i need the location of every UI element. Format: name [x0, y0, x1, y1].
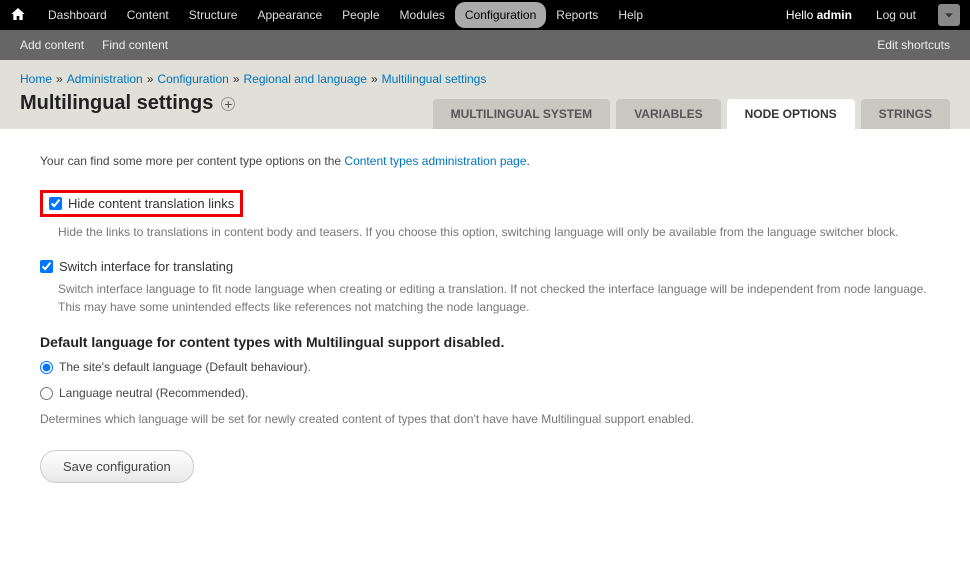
toolbar-right: Hello admin Log out	[774, 4, 960, 26]
breadcrumb: Home»Administration»Configuration»Region…	[20, 72, 950, 86]
header-region: Home»Administration»Configuration»Region…	[0, 60, 970, 129]
breadcrumb-item[interactable]: Configuration	[157, 72, 228, 86]
add-shortcut-icon[interactable]: +	[221, 97, 235, 111]
tab-node-options[interactable]: Node options	[727, 99, 855, 129]
hide-links-checkbox[interactable]	[49, 197, 62, 210]
default-lang-option1-row: The site's default language (Default beh…	[40, 360, 930, 374]
toolbar-item-structure[interactable]: Structure	[179, 2, 248, 28]
content-region: Your can find some more per content type…	[0, 129, 970, 508]
toolbar-menu: DashboardContentStructureAppearancePeopl…	[38, 2, 774, 28]
tabs: Multilingual systemVariablesNode options…	[433, 99, 950, 129]
find-content-link[interactable]: Find content	[102, 38, 168, 52]
toolbar-item-modules[interactable]: Modules	[390, 2, 455, 28]
toolbar-item-people[interactable]: People	[332, 2, 389, 28]
home-icon[interactable]	[10, 6, 28, 25]
admin-toolbar: DashboardContentStructureAppearancePeopl…	[0, 0, 970, 30]
username: admin	[817, 8, 852, 22]
breadcrumb-separator: »	[229, 72, 244, 86]
default-lang-radio-2[interactable]	[40, 387, 53, 400]
toolbar-item-content[interactable]: Content	[117, 2, 179, 28]
toolbar-user: Hello admin	[774, 8, 864, 22]
switch-interface-label: Switch interface for translating	[59, 259, 233, 274]
switch-interface-desc: Switch interface language to fit node la…	[58, 280, 930, 316]
page-title-text: Multilingual settings	[20, 92, 213, 115]
toolbar-item-reports[interactable]: Reports	[546, 2, 608, 28]
save-button[interactable]: Save configuration	[40, 450, 194, 483]
shortcut-bar: Add content Find content Edit shortcuts	[0, 30, 970, 60]
page-title: Multilingual settings +	[20, 92, 235, 129]
tab-variables[interactable]: Variables	[616, 99, 720, 129]
switch-interface-item: Switch interface for translating Switch …	[40, 259, 930, 316]
toolbar-item-dashboard[interactable]: Dashboard	[38, 2, 117, 28]
default-lang-option1-label: The site's default language (Default beh…	[59, 360, 311, 374]
default-lang-radio-1[interactable]	[40, 361, 53, 374]
edit-shortcuts-link[interactable]: Edit shortcuts	[877, 38, 950, 52]
content-types-link[interactable]: Content types administration page	[344, 154, 526, 168]
breadcrumb-item[interactable]: Administration	[67, 72, 143, 86]
logout-link[interactable]: Log out	[864, 8, 928, 22]
default-lang-title: Default language for content types with …	[40, 334, 930, 350]
hide-links-label: Hide content translation links	[68, 196, 234, 211]
toolbar-toggle-icon[interactable]	[938, 4, 960, 26]
breadcrumb-separator: »	[367, 72, 382, 86]
intro-text: Your can find some more per content type…	[40, 154, 930, 168]
hide-links-desc: Hide the links to translations in conten…	[58, 223, 930, 241]
breadcrumb-item[interactable]: Multilingual settings	[382, 72, 487, 86]
add-content-link[interactable]: Add content	[20, 38, 84, 52]
breadcrumb-separator: »	[143, 72, 158, 86]
intro-prefix: Your can find some more per content type…	[40, 154, 344, 168]
default-lang-option2-row: Language neutral (Recommended).	[40, 386, 930, 400]
tab-strings[interactable]: Strings	[861, 99, 950, 129]
default-lang-option2-label: Language neutral (Recommended).	[59, 386, 248, 400]
intro-suffix: .	[527, 154, 530, 168]
breadcrumb-item[interactable]: Home	[20, 72, 52, 86]
hello-prefix: Hello	[786, 8, 817, 22]
switch-interface-checkbox[interactable]	[40, 260, 53, 273]
tab-multilingual-system[interactable]: Multilingual system	[433, 99, 611, 129]
hide-links-item: Hide content translation links Hide the …	[40, 190, 930, 241]
default-lang-help: Determines which language will be set fo…	[40, 412, 930, 426]
breadcrumb-item[interactable]: Regional and language	[244, 72, 367, 86]
toolbar-item-appearance[interactable]: Appearance	[247, 2, 332, 28]
toolbar-item-help[interactable]: Help	[608, 2, 653, 28]
page-title-row: Multilingual settings + Multilingual sys…	[20, 92, 950, 129]
breadcrumb-separator: »	[52, 72, 67, 86]
hide-links-highlight: Hide content translation links	[40, 190, 243, 217]
toolbar-item-configuration[interactable]: Configuration	[455, 2, 546, 28]
switch-interface-row: Switch interface for translating	[40, 259, 930, 274]
